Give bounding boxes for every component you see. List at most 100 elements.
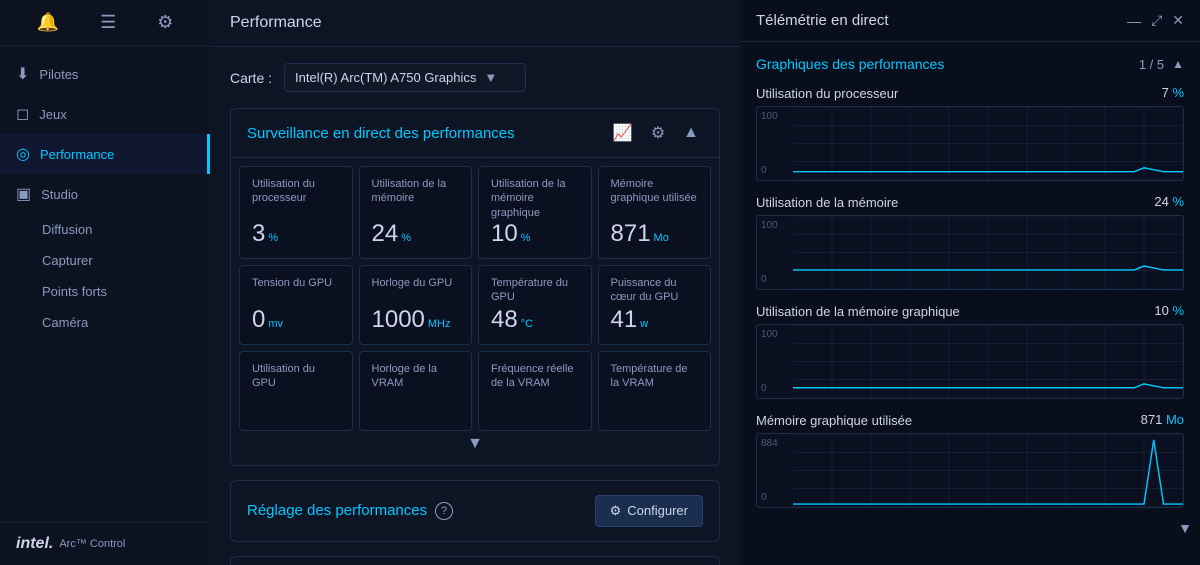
collapse-metrics-btn[interactable]: ▼ xyxy=(239,431,711,457)
sidebar-sub-camera[interactable]: Caméra xyxy=(0,307,210,338)
right-panel-header: Télémétrie en direct — ⤢ ✕ xyxy=(740,0,1200,42)
chart-y-min: 0 xyxy=(761,492,789,503)
telemetry-title: Télémétrie en direct xyxy=(756,12,889,29)
sidebar-nav: ⬇ Pilotes ◻ Jeux ◎ Performance ▣ Studio … xyxy=(0,46,210,522)
game-icon: ◻ xyxy=(16,104,29,124)
chart-metric-unit: % xyxy=(1172,303,1184,318)
bell-icon[interactable]: 🔔 xyxy=(37,12,59,33)
chart-grid-area xyxy=(793,434,1183,507)
chart-grid-area xyxy=(793,216,1183,289)
sidebar-sub-capturer[interactable]: Capturer xyxy=(0,245,210,276)
card-label: Carte : xyxy=(230,70,272,86)
sidebar-item-label: Studio xyxy=(41,187,78,202)
chart-y-min: 0 xyxy=(761,274,789,285)
metric-card: Utilisation de la mémoire graphique10% xyxy=(478,166,592,259)
sidebar-sub-diffusion[interactable]: Diffusion xyxy=(0,214,210,245)
sidebar-sub-label: Capturer xyxy=(42,253,93,268)
chart-container: 1000 xyxy=(756,106,1184,181)
charts-container: Utilisation du processeur7 %1000Utilisat… xyxy=(740,80,1200,516)
window-controls: — ⤢ ✕ xyxy=(1127,12,1184,29)
perf-tuning-title: Réglage des performances xyxy=(247,502,427,519)
sidebar-item-label: Jeux xyxy=(39,107,66,122)
metric-value-row: 41w xyxy=(611,306,699,334)
metric-card: Mémoire graphique utilisée 871Mo xyxy=(598,166,712,259)
close-btn[interactable]: ✕ xyxy=(1172,12,1184,29)
metric-label: Horloge du GPU xyxy=(372,276,460,290)
chart-y-labels: 100 0 xyxy=(757,216,793,289)
metric-value-row: 10% xyxy=(491,220,579,248)
chart-y-labels: 100 0 xyxy=(757,325,793,398)
download-icon: ⬇ xyxy=(16,64,29,84)
metric-card: Utilisation du processeur3% xyxy=(239,166,353,259)
sidebar-sub-points-forts[interactable]: Points forts xyxy=(0,276,210,307)
chart-metric-value-row: 7 % xyxy=(1162,84,1184,102)
chart-y-max: 100 xyxy=(761,329,789,340)
section-header: Surveillance en direct des performances … xyxy=(231,109,719,158)
scroll-down-btn[interactable]: ▼ xyxy=(1178,520,1192,536)
chart-y-labels: 1000 xyxy=(757,107,793,180)
metric-card: Horloge de la VRAM xyxy=(359,351,473,431)
chart-metric-unit: % xyxy=(1172,194,1184,209)
chart-container: 884 0 xyxy=(756,433,1184,508)
menu-icon[interactable]: ☰ xyxy=(100,12,116,33)
metric-value: 24 xyxy=(372,220,399,248)
metric-unit: % xyxy=(401,232,411,244)
metric-unit: % xyxy=(268,232,278,244)
configure-button[interactable]: ⚙ Configurer xyxy=(595,495,703,527)
sidebar-sub-label: Points forts xyxy=(42,284,107,299)
metric-card: Température de la VRAM xyxy=(598,351,712,431)
help-icon[interactable]: ? xyxy=(435,502,453,520)
sidebar-item-studio[interactable]: ▣ Studio xyxy=(0,174,210,214)
chart-section: Mémoire graphique utilisée871 Mo 884 0 xyxy=(740,407,1200,516)
metric-card: Tension du GPU0mv xyxy=(239,265,353,345)
chart-metric-header: Mémoire graphique utilisée871 Mo xyxy=(756,411,1184,429)
card-dropdown[interactable]: Intel(R) Arc(TM) A750 Graphics ▼ xyxy=(284,63,526,92)
sidebar-header: 🔔 ☰ ⚙ xyxy=(0,0,210,46)
settings-icon-btn[interactable]: ⚙ xyxy=(647,121,669,145)
charts-collapse-btn[interactable]: ▲ xyxy=(1172,57,1184,71)
metrics-grid: Utilisation du processeur3% Utilisation d… xyxy=(239,166,711,431)
intel-logo: intel. xyxy=(16,535,53,553)
sidebar-item-pilotes[interactable]: ⬇ Pilotes xyxy=(0,54,210,94)
metric-label: Température de la VRAM xyxy=(611,362,699,391)
metric-unit: Mo xyxy=(654,232,669,244)
main-content: Performance Carte : Intel(R) Arc(TM) A75… xyxy=(210,0,740,565)
chart-metric-unit: % xyxy=(1172,85,1184,100)
superposition-header: Superposition en jeu Désactivé ⚙ xyxy=(231,557,719,565)
chart-container: 100 0 xyxy=(756,324,1184,399)
metric-value: 3 xyxy=(252,220,265,248)
sidebar-footer: intel. Arc™ Control xyxy=(0,522,210,565)
metric-value: 41 xyxy=(611,306,638,334)
chevron-down-icon: ▼ xyxy=(467,435,483,453)
metric-value-row: 1000MHz xyxy=(372,306,460,334)
chart-y-max: 884 xyxy=(761,438,789,449)
studio-icon: ▣ xyxy=(16,184,31,204)
maximize-btn[interactable]: ⤢ xyxy=(1151,12,1162,29)
metric-value-row: 0mv xyxy=(252,306,340,334)
section-title: Surveillance en direct des performances xyxy=(247,125,515,142)
chart-y-max: 100 xyxy=(761,220,789,231)
metric-label: Fréquence réelle de la VRAM xyxy=(491,362,579,391)
metric-value: 871 xyxy=(611,220,651,248)
chart-section: Utilisation de la mémoire graphique10 %1… xyxy=(740,298,1200,407)
sidebar-item-label: Performance xyxy=(40,147,114,162)
collapse-up-btn[interactable]: ▲ xyxy=(679,122,703,144)
chart-grid-area xyxy=(793,107,1183,180)
metric-label: Utilisation du GPU xyxy=(252,362,340,391)
gear-icon[interactable]: ⚙ xyxy=(157,12,173,33)
minimize-btn[interactable]: — xyxy=(1127,12,1141,29)
metric-label: Horloge de la VRAM xyxy=(372,362,460,391)
metric-unit: °C xyxy=(521,318,533,330)
chart-icon-btn[interactable]: 📈 xyxy=(609,121,637,145)
metric-unit: MHz xyxy=(428,318,451,330)
chart-metric-value-row: 10 % xyxy=(1154,302,1184,320)
sidebar-item-performance[interactable]: ◎ Performance xyxy=(0,134,210,174)
charts-title: Graphiques des performances xyxy=(756,56,944,72)
metric-value: 1000 xyxy=(372,306,425,334)
chart-section: Utilisation du processeur7 %1000 xyxy=(740,80,1200,189)
sidebar: 🔔 ☰ ⚙ ⬇ Pilotes ◻ Jeux ◎ Performance ▣ S… xyxy=(0,0,210,565)
metric-value-row: 24% xyxy=(372,220,460,248)
metric-label: Mémoire graphique utilisée xyxy=(611,177,699,206)
chart-y-min: 0 xyxy=(761,383,789,394)
sidebar-item-jeux[interactable]: ◻ Jeux xyxy=(0,94,210,134)
